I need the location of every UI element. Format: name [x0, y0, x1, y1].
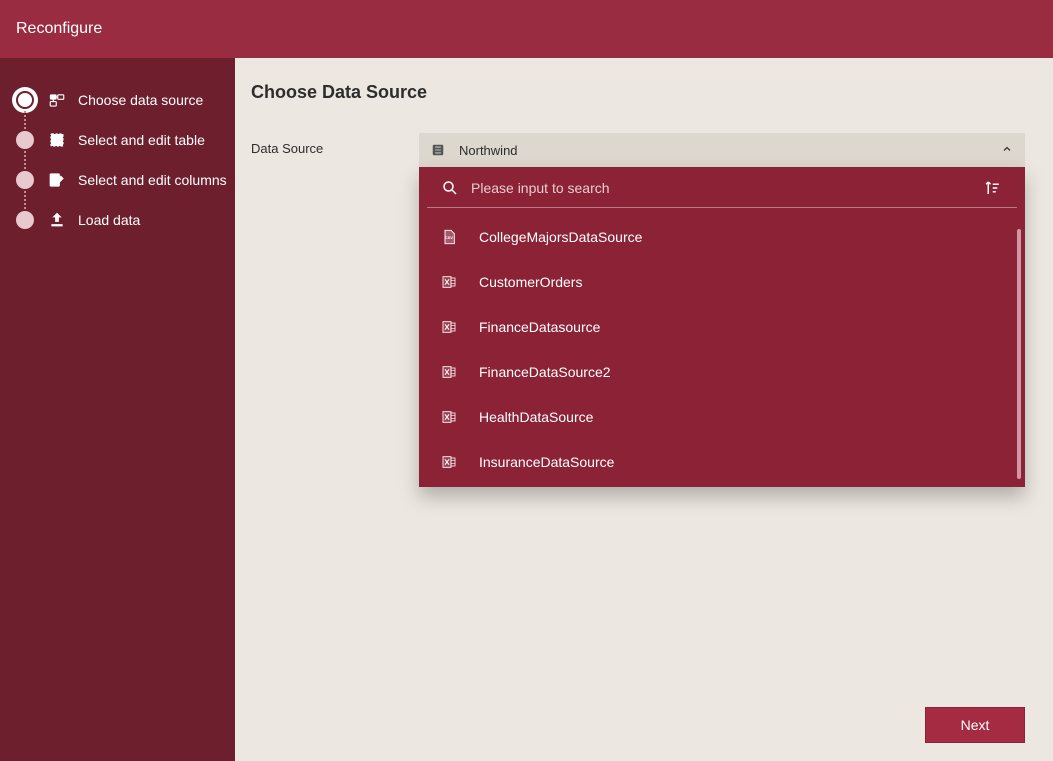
option-label: InsuranceDataSource — [479, 454, 614, 470]
dropdown-search-input[interactable] — [471, 180, 973, 196]
columns-edit-icon — [46, 171, 68, 189]
step-choose-data-source[interactable]: Choose data source — [0, 80, 235, 120]
excel-file-icon — [441, 409, 461, 425]
main-area: Choose data source Select and edit table… — [0, 58, 1053, 761]
chevron-up-icon — [1001, 143, 1013, 158]
app-header: Reconfigure — [0, 0, 1053, 58]
step-indicator — [14, 169, 36, 191]
excel-file-icon — [441, 319, 461, 335]
data-source-option[interactable]: HealthDataSource — [419, 394, 1025, 439]
data-source-option[interactable]: FinanceDatasource — [419, 304, 1025, 349]
option-label: HealthDataSource — [479, 409, 593, 425]
excel-file-icon — [441, 274, 461, 290]
upload-icon — [46, 211, 68, 229]
wizard-steps-sidebar: Choose data source Select and edit table… — [0, 58, 235, 761]
database-icon — [431, 143, 449, 157]
step-label: Load data — [78, 212, 140, 228]
step-label: Select and edit columns — [78, 172, 227, 188]
data-source-dropdown: CSV CollegeMajorsDataSource CustomerOrde… — [419, 167, 1025, 487]
app-title: Reconfigure — [16, 20, 102, 38]
selected-data-source-value: Northwind — [459, 143, 518, 158]
search-icon — [441, 179, 461, 197]
step-indicator — [14, 129, 36, 151]
data-source-option[interactable]: CSV CollegeMajorsDataSource — [419, 214, 1025, 259]
option-label: FinanceDatasource — [479, 319, 600, 335]
option-label: CustomerOrders — [479, 274, 582, 290]
data-source-icon — [46, 91, 68, 109]
content-pane: Choose Data Source Data Source Northwind — [235, 58, 1053, 761]
step-load-data[interactable]: Load data — [0, 200, 235, 240]
wizard-footer: Next — [251, 707, 1025, 743]
data-source-field: Data Source Northwind — [251, 133, 1025, 487]
dropdown-search-row — [427, 167, 1017, 208]
next-button[interactable]: Next — [925, 707, 1025, 743]
dropdown-options-list: CSV CollegeMajorsDataSource CustomerOrde… — [419, 208, 1025, 487]
csv-file-icon: CSV — [441, 229, 461, 245]
step-indicator — [14, 89, 36, 111]
data-source-option[interactable]: CustomerOrders — [419, 259, 1025, 304]
data-source-label: Data Source — [251, 133, 419, 156]
step-label: Choose data source — [78, 92, 203, 108]
step-label: Select and edit table — [78, 132, 205, 148]
excel-file-icon — [441, 454, 461, 470]
data-source-option[interactable]: InsuranceDataSource — [419, 439, 1025, 484]
page-title: Choose Data Source — [251, 82, 1025, 103]
step-indicator — [14, 209, 36, 231]
option-label: CollegeMajorsDataSource — [479, 229, 642, 245]
data-source-select[interactable]: Northwind — [419, 133, 1025, 167]
sort-icon[interactable] — [983, 179, 1003, 197]
svg-text:CSV: CSV — [445, 235, 454, 240]
excel-file-icon — [441, 364, 461, 380]
table-select-icon — [46, 131, 68, 149]
data-source-option[interactable]: FinanceDataSource2 — [419, 349, 1025, 394]
data-source-select-wrap: Northwind — [419, 133, 1025, 487]
step-select-edit-table[interactable]: Select and edit table — [0, 120, 235, 160]
step-select-edit-columns[interactable]: Select and edit columns — [0, 160, 235, 200]
option-label: FinanceDataSource2 — [479, 364, 611, 380]
